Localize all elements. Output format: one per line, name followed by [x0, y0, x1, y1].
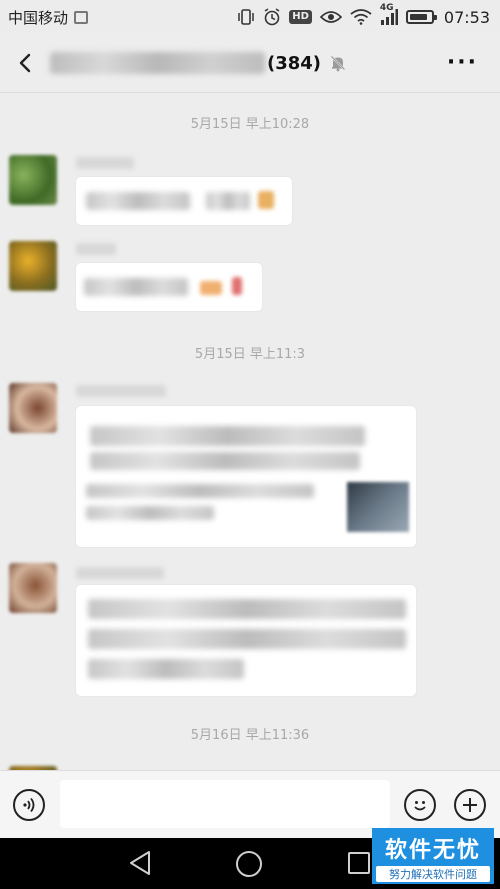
battery-icon	[405, 10, 437, 24]
message-timestamp: 5月16日 早上11:36	[190, 728, 310, 743]
message-timestamp: 5月15日 早上10:28	[190, 117, 310, 132]
chat-header: (384) ···	[0, 34, 500, 93]
add-more-button[interactable]	[454, 789, 486, 821]
eye-comfort-icon	[319, 10, 342, 24]
nav-back-button[interactable]	[128, 850, 152, 880]
redacted-message-text	[206, 192, 250, 210]
redacted-sender-name	[76, 157, 134, 169]
avatar[interactable]	[9, 383, 57, 433]
redacted-message-text	[88, 659, 244, 679]
redacted-group-name	[50, 52, 265, 74]
muted-bell-icon	[329, 54, 347, 72]
wifi-icon	[350, 9, 372, 25]
status-time: 07:53	[443, 7, 490, 27]
redacted-link-title	[90, 452, 360, 470]
hd-voice-badge: HD	[289, 10, 312, 24]
message-list[interactable]: 5月15日 早上10:28 5月15日 早上11:3 5月16日 早上11:36	[0, 93, 500, 770]
message-bubble[interactable]	[76, 263, 262, 311]
emoji-icon	[200, 281, 222, 295]
watermark-title: 软件无忧	[384, 838, 481, 863]
emoji-icon	[414, 801, 426, 811]
redacted-message-text	[84, 278, 188, 296]
emoji-icon	[258, 191, 274, 209]
nav-home-button[interactable]	[236, 851, 262, 877]
chat-title[interactable]: (384)	[50, 52, 347, 74]
voice-input-button[interactable]	[13, 789, 45, 821]
status-icons: HD 4G 07:53	[237, 3, 490, 27]
alarm-clock-icon	[263, 8, 281, 26]
link-thumbnail	[347, 482, 409, 532]
redacted-sender-name	[76, 385, 166, 397]
redacted-message-text	[88, 599, 406, 619]
redacted-sender-name	[76, 567, 164, 579]
redacted-message-text	[88, 629, 406, 649]
status-bar: 中国移动 HD 4G 07:53	[0, 0, 500, 34]
member-count: (384)	[267, 52, 322, 74]
message-bubble[interactable]	[76, 177, 292, 225]
triangle-back-icon	[130, 851, 150, 875]
avatar[interactable]	[9, 241, 57, 291]
avatar[interactable]	[9, 155, 57, 205]
sim-card-icon	[74, 10, 89, 24]
avatar[interactable]	[9, 563, 57, 613]
message-bubble[interactable]	[76, 585, 416, 696]
message-input[interactable]	[60, 780, 390, 828]
emoji-icon	[232, 277, 242, 295]
link-card[interactable]	[76, 406, 416, 547]
redacted-message-text	[86, 192, 190, 210]
back-button[interactable]	[6, 34, 44, 92]
carrier-name: 中国移动	[8, 8, 69, 27]
redacted-link-description	[86, 484, 314, 498]
emoji-button[interactable]	[404, 789, 436, 821]
cellular-signal-icon: 4G	[380, 3, 398, 25]
more-options-button[interactable]: ···	[447, 52, 478, 74]
redacted-link-title	[90, 426, 365, 446]
add-icon	[463, 798, 477, 812]
redacted-sender-name	[76, 243, 116, 255]
vibrate-icon	[237, 9, 255, 25]
redacted-link-description	[86, 506, 214, 520]
back-arrow-icon	[19, 53, 31, 73]
network-type-label: 4G	[379, 3, 394, 13]
watermark-subtitle: 努力解决软件问题	[376, 866, 490, 882]
watermark-logo: 软件无忧 努力解决软件问题	[372, 828, 494, 884]
nav-recent-apps-button[interactable]	[348, 852, 370, 874]
message-timestamp: 5月15日 早上11:3	[194, 347, 306, 362]
voice-icon	[23, 797, 35, 813]
